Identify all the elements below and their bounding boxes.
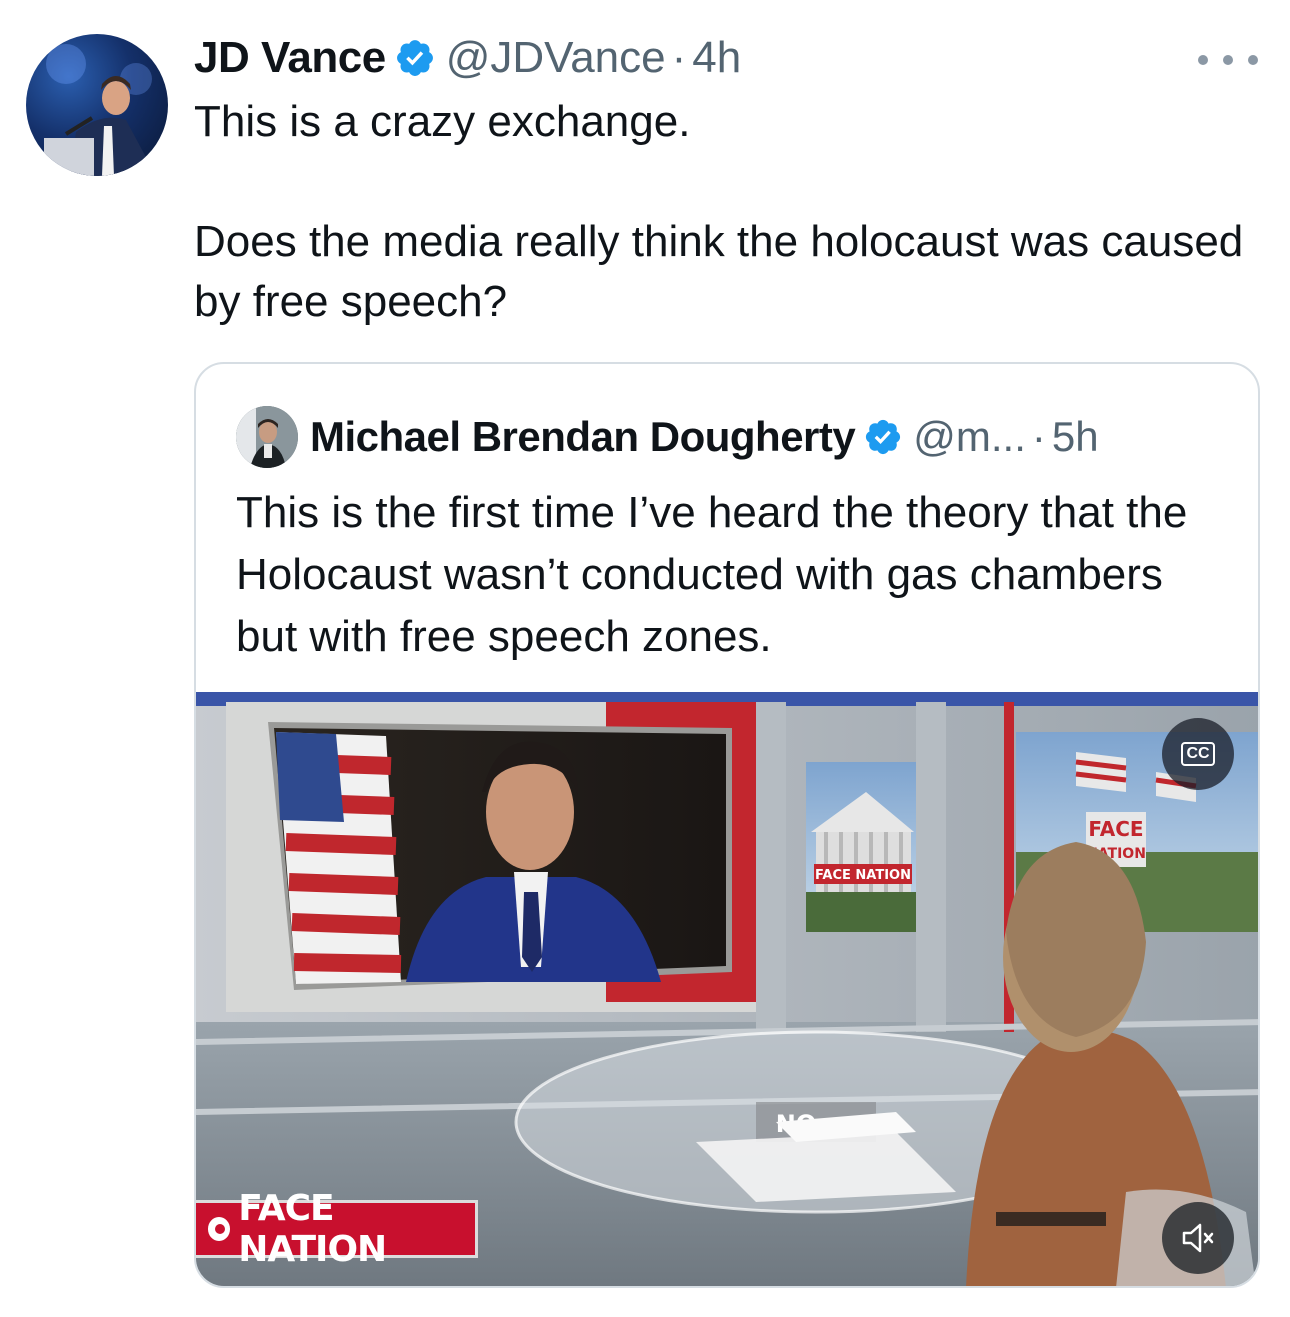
tweet-text: This is a crazy exchange. Does the media…	[194, 97, 1244, 326]
cc-label: CC	[1181, 742, 1215, 766]
more-icon[interactable]	[1198, 40, 1258, 80]
video-player[interactable]: FACE NATION FACE NATION NO	[196, 692, 1258, 1286]
timestamp[interactable]: 4h	[692, 28, 741, 88]
cc-icon[interactable]: CC	[1162, 718, 1234, 790]
cbs-eye-icon	[208, 1217, 231, 1241]
author-avatar[interactable]	[26, 34, 168, 176]
separator: ·	[671, 33, 687, 82]
quoted-author-avatar[interactable]	[236, 406, 298, 468]
verified-badge-icon	[396, 40, 433, 76]
mute-icon[interactable]	[1162, 1202, 1234, 1274]
quoted-author-handle[interactable]: @m...	[913, 413, 1026, 461]
separator: ·	[1031, 413, 1046, 460]
author-handle[interactable]: @JDVance	[446, 28, 666, 88]
avatar-image	[44, 44, 156, 176]
logo-text: FACE NATION	[238, 1188, 387, 1270]
quoted-timestamp[interactable]: 5h	[1052, 413, 1099, 461]
quoted-avatar-image	[236, 406, 298, 468]
set-logo-line1: FACE	[1088, 817, 1143, 841]
tweet-header: JD Vance @JDVance · 4h	[194, 28, 741, 88]
verified-badge-icon	[866, 419, 901, 455]
quoted-tweet-text: This is the first time I’ve heard the th…	[236, 488, 1188, 661]
quoted-tweet-header: Michael Brendan Dougherty @m... · 5h	[310, 404, 1099, 470]
face-the-nation-logo: FACE NATION	[196, 1188, 478, 1270]
quoted-author-name[interactable]: Michael Brendan Dougherty	[310, 413, 856, 461]
speaker-muted-icon	[1182, 1223, 1214, 1253]
quoted-tweet[interactable]: Michael Brendan Dougherty @m... · 5h Thi…	[194, 362, 1260, 1288]
screen-logo-text: FACE NATION	[815, 868, 911, 883]
author-name[interactable]: JD Vance	[194, 28, 386, 88]
